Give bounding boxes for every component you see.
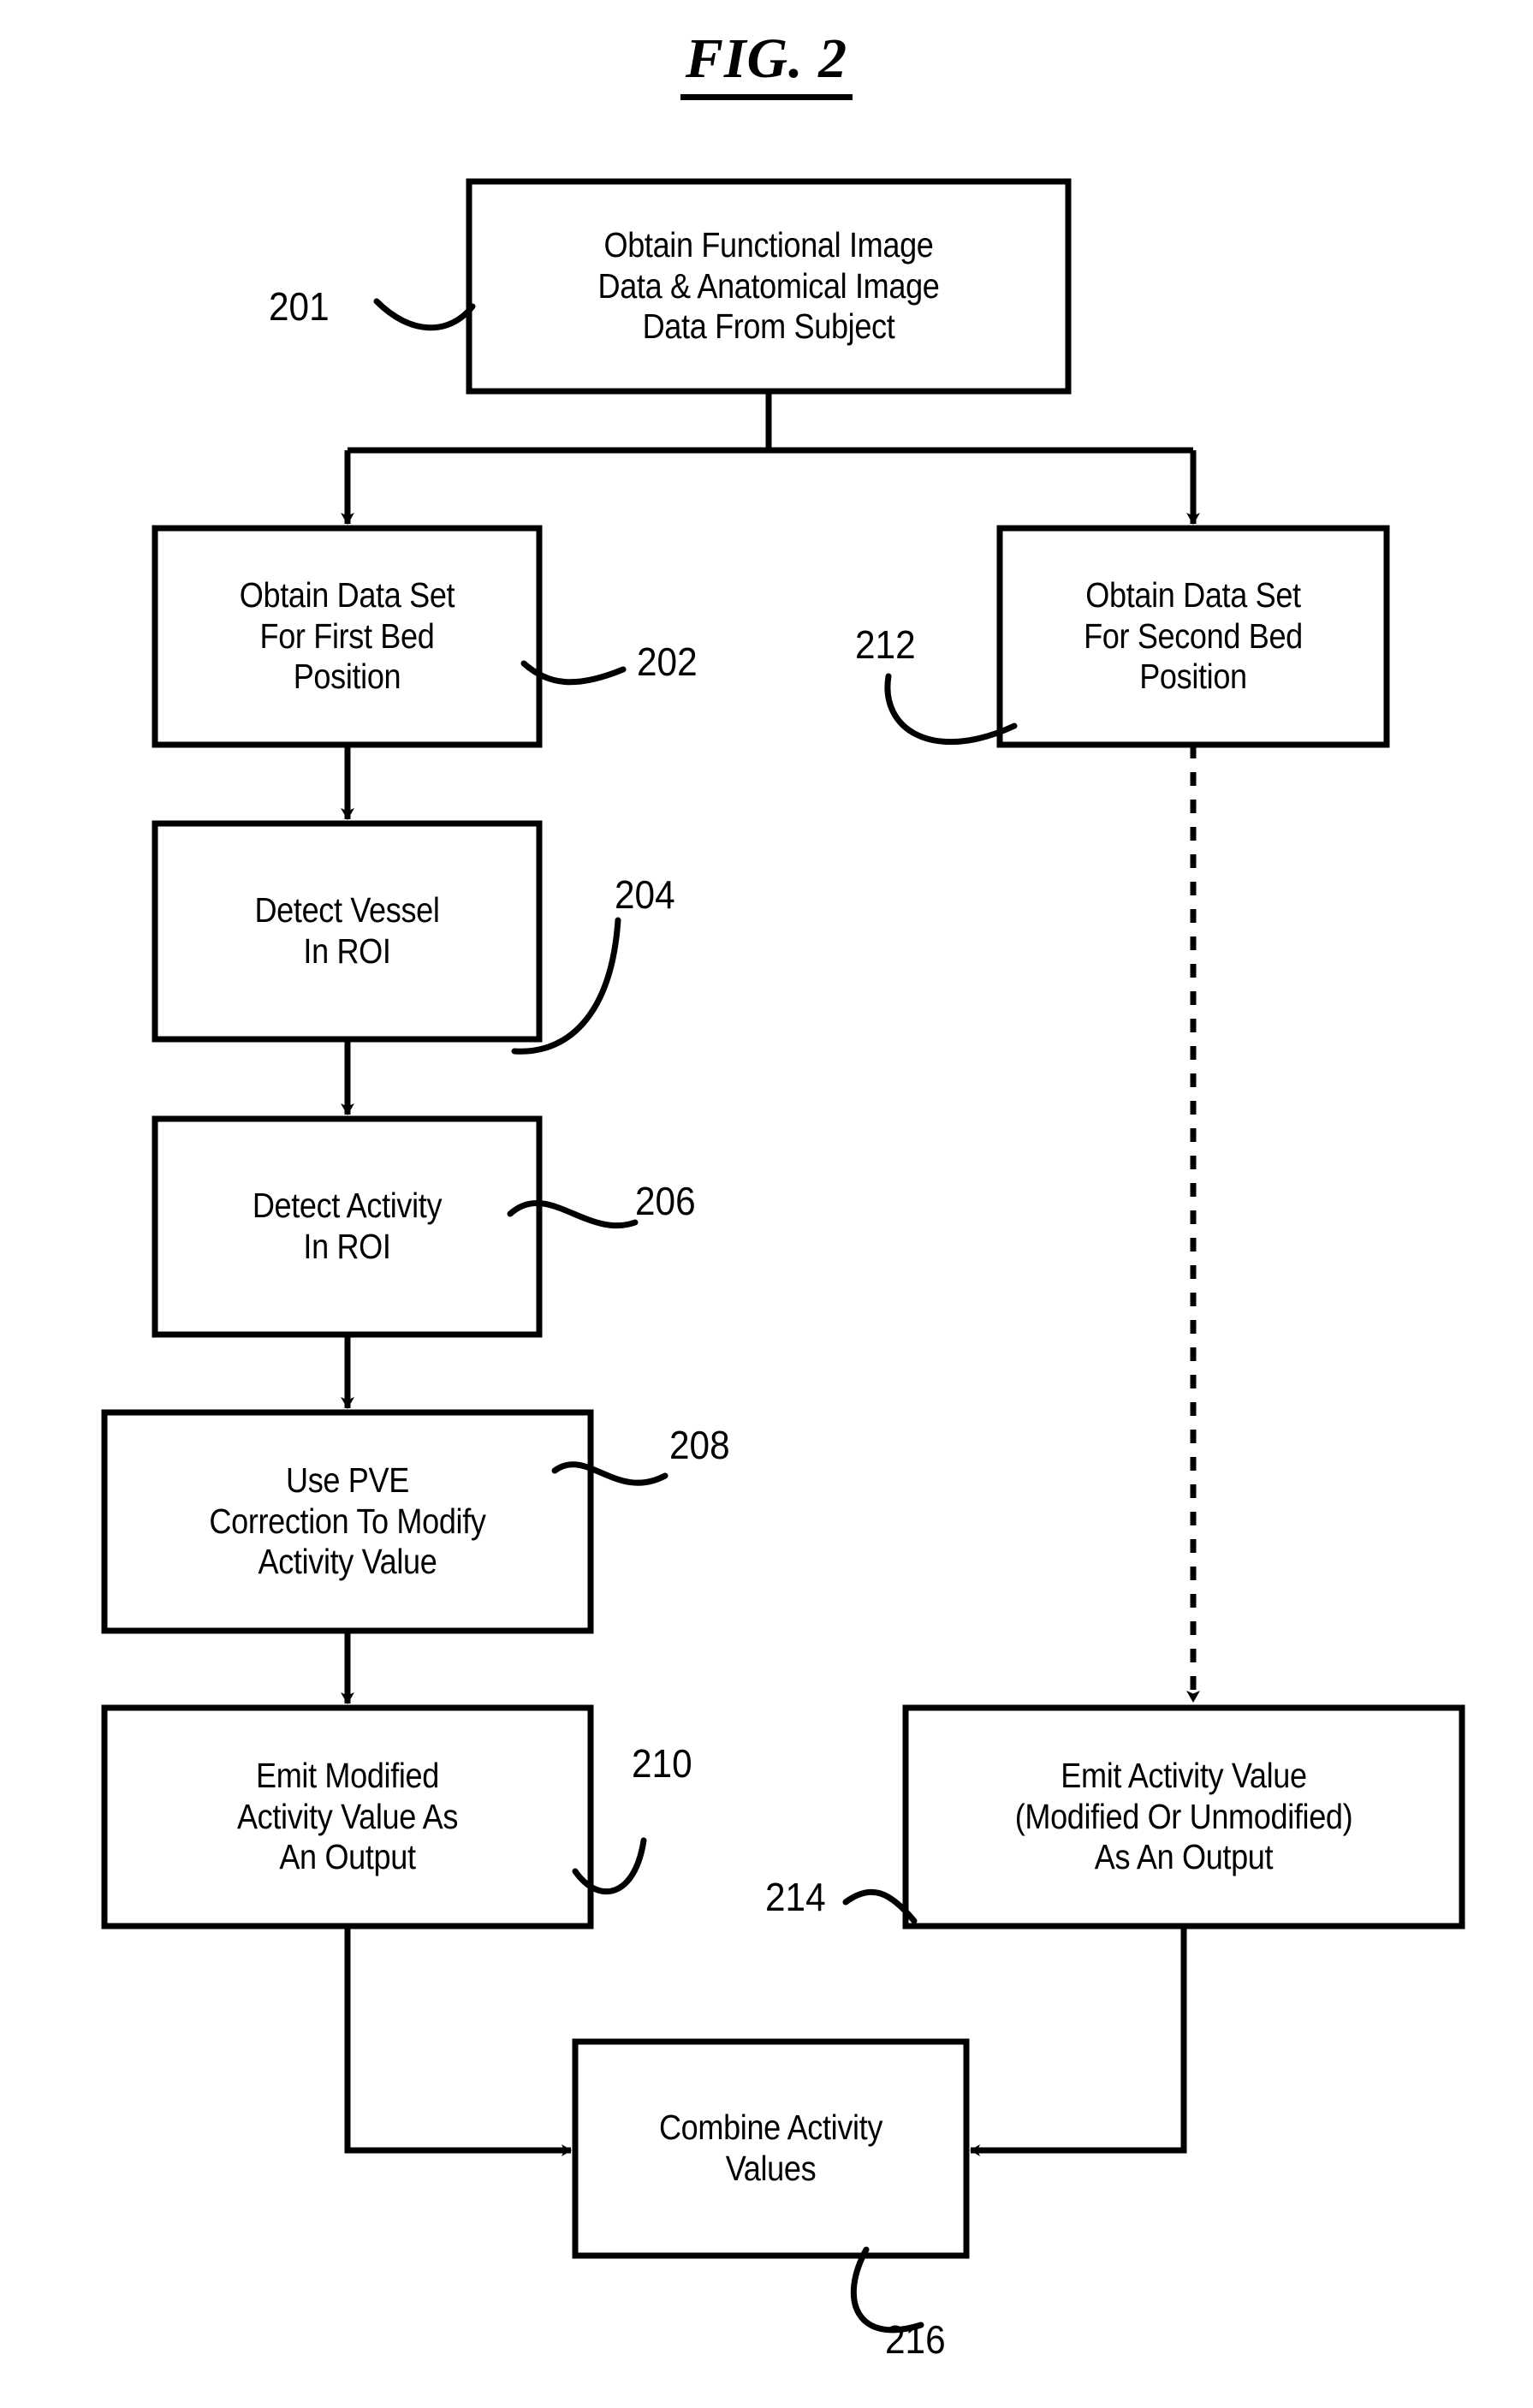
connector-210-to-216 <box>344 1926 572 2156</box>
reference-numeral-210-text: 210 <box>632 1741 692 1786</box>
reference-numeral-206: 206 <box>635 1181 696 1221</box>
leader-201 <box>373 298 476 331</box>
node-box-201 <box>466 178 1072 395</box>
reference-numeral-214-text: 214 <box>765 1875 826 1919</box>
reference-numeral-210: 210 <box>632 1744 692 1783</box>
node-box-214 <box>902 1704 1465 1929</box>
connector-214-to-216 <box>970 1926 1187 2156</box>
reference-numeral-212-text: 212 <box>855 622 916 667</box>
reference-numeral-214: 214 <box>765 1877 826 1917</box>
reference-numeral-202: 202 <box>637 642 698 681</box>
reference-numeral-201-text: 201 <box>269 284 330 329</box>
node-box-206 <box>152 1115 543 1338</box>
reference-numeral-204: 204 <box>615 875 675 914</box>
node-box-204 <box>152 820 543 1043</box>
node-box-202 <box>152 525 543 748</box>
reference-numeral-208: 208 <box>669 1425 730 1465</box>
patent-figure: FIG. 2 Obtain Functional Image Data & An… <box>0 0 1533 2408</box>
node-box-212 <box>996 525 1390 748</box>
reference-numeral-201: 201 <box>269 287 330 326</box>
leader-212 <box>884 673 1018 746</box>
node-box-210 <box>101 1704 594 1929</box>
node-box-216 <box>572 2038 970 2259</box>
reference-numeral-212: 212 <box>855 625 916 664</box>
reference-numeral-216-text: 216 <box>885 2317 946 2362</box>
reference-numeral-208-text: 208 <box>669 1423 730 1467</box>
reference-numeral-206-text: 206 <box>635 1179 696 1223</box>
reference-numeral-204-text: 204 <box>615 872 675 917</box>
node-box-208 <box>101 1409 594 1634</box>
reference-numeral-216: 216 <box>885 2320 946 2359</box>
flowchart-canvas <box>101 178 1465 2334</box>
reference-numeral-202-text: 202 <box>637 639 698 684</box>
